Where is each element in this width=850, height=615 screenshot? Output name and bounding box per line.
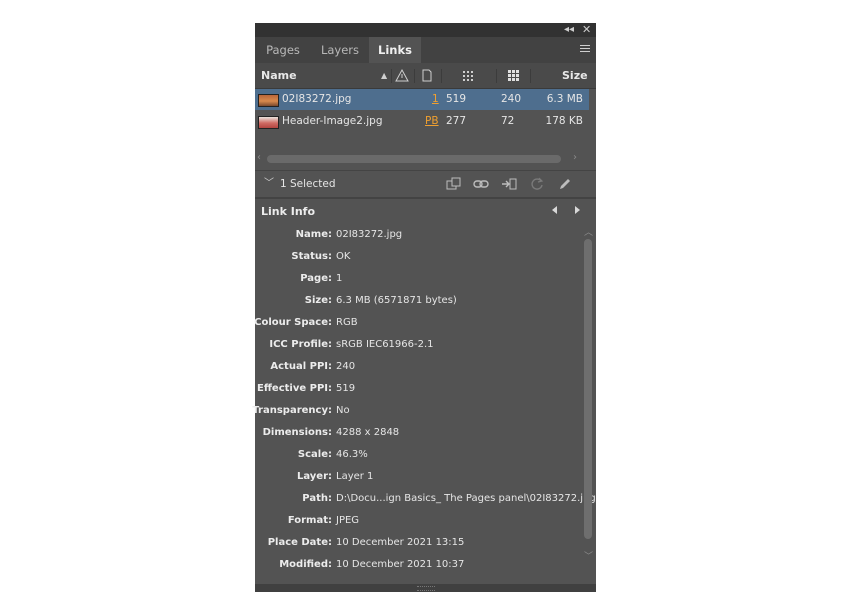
link-name: 02I83272.jpg [282,93,352,105]
panel-title-bar: ◂◂ ✕ [255,23,596,37]
relink-from-cc-icon[interactable] [444,175,462,193]
info-row-status: Status: OK [291,251,351,262]
column-name[interactable]: Name [261,63,297,88]
info-row-name: Name: 02I83272.jpg [295,229,403,240]
info-row-place-date: Place Date: 10 December 2021 13:15 [267,537,465,548]
tab-links[interactable]: Links [369,37,421,63]
relink-icon[interactable] [472,175,490,193]
panel-resize-grip[interactable] [255,584,596,592]
link-info-list: Name: 02I83272.jpg Status: OK Page: 1 Size:… [252,224,596,584]
link-size: 178 KB [545,115,583,127]
info-row-colour-space: Colour Space: RGB [254,317,358,328]
scroll-right-icon[interactable]: › [573,152,577,163]
info-row-path: Path: D:\Docu...ign Basics_ The Pages pan… [302,493,596,504]
next-link-icon[interactable] [575,206,580,214]
link-actual-ppi: 72 [501,115,515,127]
link-row[interactable]: Header-Image2.jpg PB 277 72 178 KB [255,111,589,132]
info-row-size: Size: 6.3 MB (6571871 bytes) [304,295,457,306]
scroll-thumb[interactable] [584,239,592,539]
selection-bar: ﹀ 1 Selected [255,170,596,197]
link-info-header: Link Info [255,200,596,224]
info-row-format: Format: JPEG [287,515,360,526]
info-row-transparency: Transparency: No [252,405,350,416]
info-row-scale: Scale: 46.3% [297,449,368,460]
tab-layers[interactable]: Layers [311,37,369,63]
warning-icon[interactable] [395,63,409,88]
info-row-effective-ppi: Effective PPI: 519 [256,383,356,394]
links-column-header: Name ▲ Size [255,63,596,89]
horizontal-scrollbar[interactable]: ‹ › [257,152,583,164]
link-thumbnail [258,94,279,107]
tab-pages[interactable]: Pages [255,37,311,63]
link-page[interactable]: 1 [432,89,439,110]
previous-link-icon[interactable] [552,206,557,214]
link-page[interactable]: PB [425,111,439,132]
actual-ppi-icon[interactable] [507,63,519,88]
section-divider [255,197,596,199]
link-info-title: Link Info [261,205,316,218]
scroll-down-icon[interactable]: ﹀ [584,549,593,562]
info-row-actual-ppi: Actual PPI: 240 [270,361,356,372]
link-size: 6.3 MB [546,93,583,105]
effective-ppi-icon[interactable] [462,63,474,88]
info-row-page: Page: 1 [300,273,343,284]
collapse-icon[interactable]: ◂◂ [564,23,574,37]
links-panel: ◂◂ ✕ Pages Layers Links Name ▲ Size 02I8… [252,23,596,592]
panel-tabs: Pages Layers Links [255,37,596,63]
vertical-scrollbar[interactable]: ︿ ﹀ [582,227,594,565]
info-row-modified: Modified: 10 December 2021 10:37 [279,559,465,570]
link-effective-ppi: 277 [446,115,467,127]
chevron-down-icon[interactable]: ﹀ [264,171,274,197]
page-icon[interactable] [421,63,433,88]
selection-count: 1 Selected [280,178,336,190]
info-row-layer: Layer: Layer 1 [296,471,374,482]
panel-menu-icon[interactable] [580,45,590,54]
link-name: Header-Image2.jpg [282,115,383,127]
scroll-thumb[interactable] [267,155,561,163]
info-row-icc-profile: ICC Profile: sRGB IEC61966-2.1 [269,339,434,350]
sort-icon[interactable]: ▲ [381,63,387,88]
column-size[interactable]: Size [562,63,588,88]
edit-original-icon[interactable] [556,175,574,193]
link-thumbnail [258,116,279,129]
info-row-dimensions: Dimensions: 4288 x 2848 [262,427,400,438]
update-link-icon[interactable] [528,175,546,193]
go-to-link-icon[interactable] [500,175,518,193]
link-row[interactable]: 02I83272.jpg 1 519 240 6.3 MB [255,89,589,110]
scroll-left-icon[interactable]: ‹ [257,152,261,163]
link-effective-ppi: 519 [446,93,467,105]
scroll-up-icon[interactable]: ︿ [584,225,593,238]
link-actual-ppi: 240 [501,93,522,105]
grip-icon [417,586,435,591]
close-icon[interactable]: ✕ [582,23,591,37]
